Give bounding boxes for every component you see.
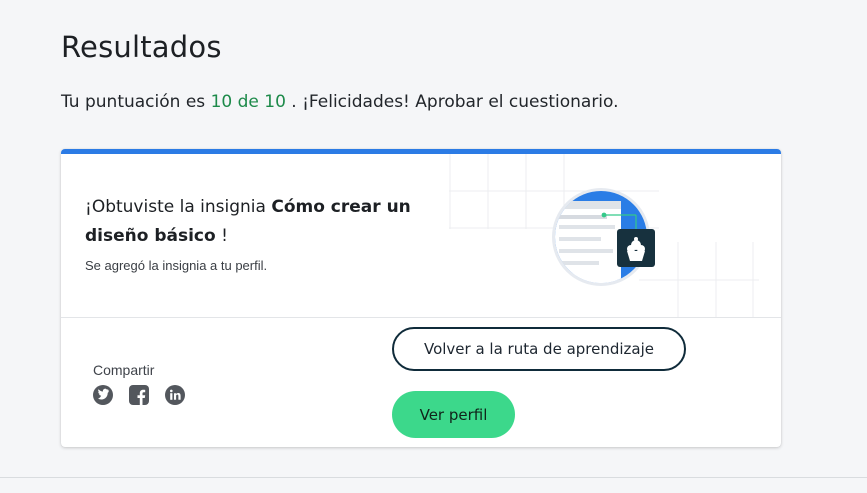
score-prefix: Tu puntuación es [61, 92, 206, 112]
badge-illustration [552, 188, 655, 286]
card-accent-bar [61, 149, 781, 154]
badge-card: ¡Obtuviste la insignia Cómo crear un dis… [61, 149, 781, 447]
view-profile-button[interactable]: Ver perfil [392, 391, 515, 438]
page-title: Resultados [61, 30, 222, 64]
grid-decoration-top [449, 154, 659, 229]
score-suffix: . ¡Felicidades! Aprobar el cuestionario. [291, 92, 619, 112]
linkedin-icon[interactable] [165, 385, 185, 405]
facebook-icon[interactable] [129, 385, 149, 405]
score-value: 10 de 10 [210, 92, 286, 112]
card-divider [61, 317, 781, 318]
badge-subtitle: Se agregó la insignia a tu perfil. [85, 258, 268, 273]
badge-heading: ¡Obtuviste la insignia Cómo crear un dis… [85, 193, 415, 251]
page-bottom-divider [0, 477, 867, 478]
grid-decoration-bottom [639, 242, 759, 318]
twitter-icon[interactable] [93, 385, 113, 405]
badge-heading-prefix: ¡Obtuviste la insignia [85, 197, 266, 217]
back-to-learning-path-button[interactable]: Volver a la ruta de aprendizaje [392, 327, 686, 371]
share-label: Compartir [93, 362, 155, 378]
score-summary: Tu puntuación es 10 de 10 . ¡Felicidades… [61, 92, 619, 112]
badge-heading-suffix: ! [221, 226, 228, 246]
